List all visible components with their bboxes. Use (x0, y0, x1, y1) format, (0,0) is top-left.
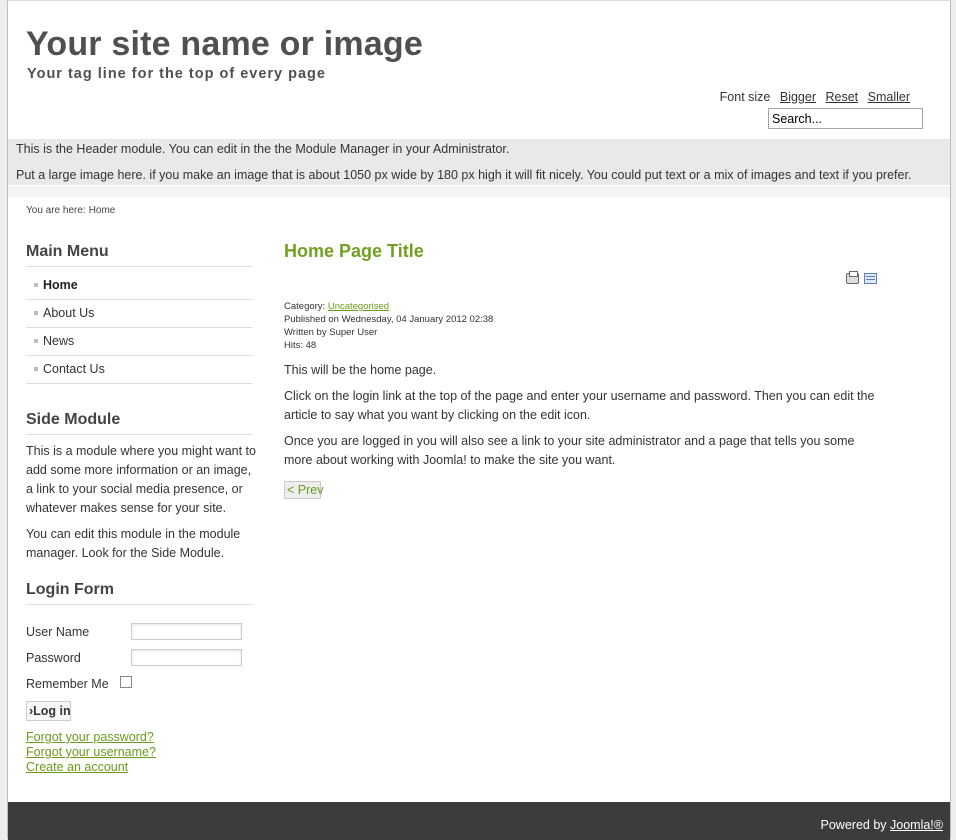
prev-button[interactable]: < Prev (284, 481, 323, 499)
password-label: Password (26, 651, 81, 665)
menu-item-contact-us[interactable]: Contact Us (43, 362, 105, 376)
article-paragraph-2: Click on the login link at the top of th… (284, 389, 875, 422)
font-bigger-link[interactable]: Bigger (780, 90, 816, 104)
category-link[interactable]: Uncategorised (328, 301, 389, 312)
header-module: This is the Header module. You can edit … (8, 139, 950, 185)
article-paragraph-3: Once you are logged in you will also see… (284, 434, 855, 467)
article-hits: Hits: 48 (284, 340, 317, 351)
forgot-password-link[interactable]: Forgot your password? (26, 730, 154, 744)
font-size-label: Font size (719, 90, 771, 104)
divider-stripe (8, 186, 950, 197)
font-smaller-link[interactable]: Smaller (868, 90, 910, 104)
search-input[interactable] (768, 108, 923, 129)
page-title: Home Page Title (284, 241, 424, 261)
main-menu-divider (26, 266, 253, 267)
article-paragraph-1: This will be the home page. (284, 363, 437, 377)
footer: Powered by Joomla!® (8, 802, 950, 840)
footer-powered-by: Powered by Joomla!® (821, 818, 943, 832)
article-published: Published on Wednesday, 04 January 2012 … (284, 314, 494, 325)
username-field[interactable] (131, 623, 242, 640)
category-label: Category: (284, 301, 326, 312)
breadcrumb-prefix: You are here: (26, 205, 86, 216)
menu-item-home[interactable]: Home (43, 278, 78, 292)
forgot-username-link[interactable]: Forgot your username? (26, 745, 156, 759)
breadcrumb-current: Home (88, 205, 116, 216)
breadcrumb: You are here: Home (26, 205, 118, 216)
menu-bullet (34, 283, 38, 287)
font-size-controls: Font size Bigger Reset Smaller (720, 90, 910, 104)
font-reset-link[interactable]: Reset (825, 90, 858, 104)
menu-bullet (34, 339, 38, 343)
menu-divider (26, 299, 253, 300)
article-author: Written by Super User (284, 327, 378, 338)
joomla-link[interactable]: Joomla!® (890, 818, 943, 832)
side-module-text-2: You can edit this module in the module m… (26, 527, 241, 560)
side-module-title: Side Module (26, 411, 121, 428)
side-module-divider (26, 434, 253, 435)
remember-me-checkbox[interactable] (120, 676, 132, 688)
site-name[interactable]: Your site name or image (26, 25, 423, 64)
menu-item-about-us[interactable]: About Us (43, 306, 94, 320)
article-category: Category: Uncategorised (284, 301, 389, 312)
main-menu-title: Main Menu (26, 243, 109, 260)
username-label: User Name (26, 625, 90, 639)
menu-divider (26, 355, 253, 356)
menu-item-news[interactable]: News (43, 334, 74, 348)
header-module-text-1: This is the Header module. You can edit … (16, 142, 510, 156)
powered-by-label: Powered by (820, 818, 887, 832)
site-tagline: Your tag line for the top of every page (27, 66, 326, 82)
print-icon[interactable] (846, 271, 859, 284)
password-field[interactable] (131, 649, 242, 666)
login-form-title: Login Form (26, 581, 114, 598)
create-account-link[interactable]: Create an account (26, 760, 128, 774)
header-module-text-2: Put a large image here. if you make an i… (16, 168, 912, 182)
remember-me-label: Remember Me (26, 677, 109, 691)
menu-divider (26, 383, 253, 384)
menu-bullet (34, 311, 38, 315)
login-form-divider (26, 604, 253, 605)
menu-divider (26, 327, 253, 328)
email-icon[interactable] (864, 273, 877, 284)
menu-bullet (34, 367, 38, 371)
login-button[interactable]: ›Log in (26, 701, 71, 721)
page-container: Your site name or image Your tag line fo… (7, 0, 951, 840)
side-module-text-1: This is a module where you might want to… (26, 444, 256, 515)
